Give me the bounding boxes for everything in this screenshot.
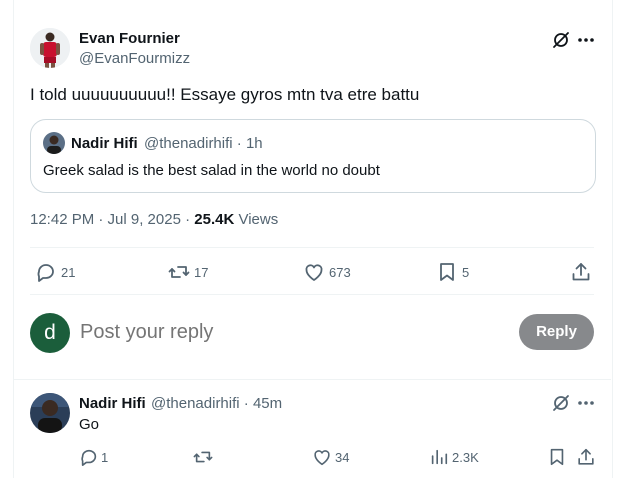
- reply-views-count: 2.3K: [452, 450, 479, 465]
- reply-reply-count: 1: [101, 450, 109, 465]
- more-icon[interactable]: [576, 30, 596, 50]
- share-icon[interactable]: [570, 261, 592, 283]
- reply-time[interactable]: 45m: [253, 395, 282, 412]
- reply-author-handle[interactable]: @thenadirhifi: [151, 395, 240, 412]
- reply-action-bar: 1 34 2.3K: [0, 445, 642, 471]
- quoted-post[interactable]: Nadir Hifi @thenadirhifi · 1h Greek sala…: [30, 119, 596, 193]
- reply-text: Go: [79, 416, 100, 433]
- bookmark-icon[interactable]: [436, 261, 458, 283]
- post-meta: 12:42 PM · Jul 9, 2025 · 25.4K Views: [30, 211, 278, 228]
- reply-icon[interactable]: [35, 261, 57, 283]
- reply-button-label: Reply: [536, 323, 577, 340]
- repost-count: 17: [194, 265, 209, 280]
- reply-icon[interactable]: [79, 447, 99, 467]
- views-count: 25.4K: [194, 211, 235, 228]
- like-icon[interactable]: [303, 261, 325, 283]
- reply-like-count: 34: [335, 450, 350, 465]
- grok-icon[interactable]: [551, 393, 571, 413]
- divider: [30, 294, 594, 295]
- views-icon[interactable]: [429, 447, 449, 467]
- reply-button[interactable]: Reply: [519, 314, 594, 350]
- author-avatar[interactable]: [30, 28, 70, 68]
- quote-separator: ·: [236, 135, 242, 152]
- reply-author-avatar[interactable]: [30, 393, 70, 433]
- composer-avatar-letter: d: [44, 321, 56, 344]
- reply-count: 21: [61, 265, 76, 280]
- quote-author-name: Nadir Hifi: [71, 135, 138, 152]
- composer-avatar[interactable]: d: [30, 313, 70, 353]
- quote-text: Greek salad is the best salad in the wor…: [43, 162, 380, 179]
- grok-icon[interactable]: [551, 30, 571, 50]
- bookmark-count: 5: [462, 265, 470, 280]
- quote-author-avatar: [43, 132, 65, 154]
- quote-time: 1h: [245, 135, 263, 152]
- repost-icon[interactable]: [193, 447, 213, 467]
- like-icon[interactable]: [312, 447, 332, 467]
- reply-separator: ·: [243, 395, 249, 412]
- post-timestamp[interactable]: 12:42 PM · Jul 9, 2025 ·: [30, 211, 194, 228]
- views-label: Views: [234, 211, 279, 228]
- post-text: I told uuuuuuuuuu!! Essaye gyros mtn tva…: [30, 85, 420, 104]
- divider: [13, 379, 611, 380]
- reply-input[interactable]: [80, 317, 480, 347]
- author-name[interactable]: Evan Fournier: [79, 30, 180, 47]
- author-handle[interactable]: @EvanFourmizz: [79, 50, 190, 67]
- share-icon[interactable]: [576, 447, 596, 467]
- action-bar: 21 17 673 5: [0, 248, 642, 294]
- like-count: 673: [329, 265, 351, 280]
- bookmark-icon[interactable]: [547, 447, 567, 467]
- more-icon[interactable]: [576, 393, 596, 413]
- quote-author-handle: @thenadirhifi: [144, 135, 233, 152]
- reply-author-name[interactable]: Nadir Hifi: [79, 395, 146, 412]
- repost-icon[interactable]: [168, 261, 190, 283]
